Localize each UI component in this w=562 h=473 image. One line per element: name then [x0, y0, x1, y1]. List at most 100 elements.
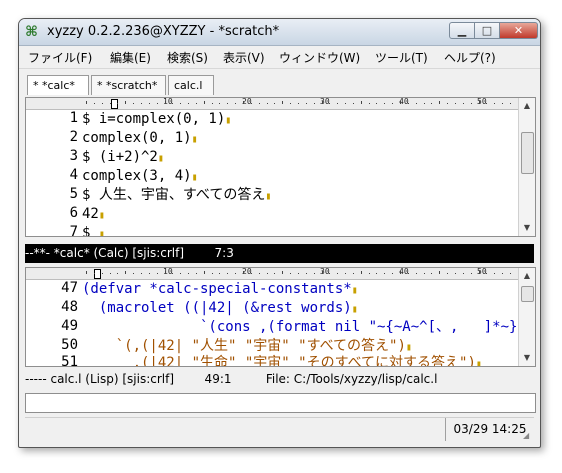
menu-edit[interactable]: 編集(E): [110, 49, 151, 66]
resize-grip-icon[interactable]: ◢: [523, 431, 533, 441]
ruler-tick: [297, 103, 299, 104]
ruler-tick: [462, 103, 464, 104]
tab-calc[interactable]: * *calc*: [27, 75, 89, 95]
ruler-tick: [486, 273, 488, 274]
line-text: (macrolet ((|42| (&rest words)▮: [82, 300, 358, 316]
line-text: complex(3, 4)▮: [82, 168, 198, 184]
ruler-tick: [454, 273, 456, 274]
ruler-tick: [313, 103, 315, 104]
eol-icon: ▮: [405, 342, 412, 353]
ruler-tick: [400, 101, 401, 104]
ruler-tick: [329, 273, 331, 274]
ruler-tick: [219, 273, 221, 274]
ruler-tick: [86, 101, 87, 104]
ruler-tick: [235, 273, 237, 274]
ruler-tick: [156, 273, 158, 274]
ruler-tick: [384, 103, 386, 104]
ruler-tick: [305, 273, 307, 274]
line-number: 48: [61, 299, 78, 315]
ruler-tick: [423, 103, 425, 104]
line-number: 50: [61, 337, 78, 353]
menu-file[interactable]: ファイル(F): [28, 49, 92, 66]
line-number: 4: [69, 167, 78, 183]
lisp-editor-pane[interactable]: 10 20 30 40 50 47 (defvar *calc-special-c…: [25, 267, 536, 367]
tab-scratch[interactable]: * *scratch*: [91, 75, 166, 95]
minimize-button[interactable]: ▁: [449, 22, 475, 39]
ruler-tick: [345, 103, 347, 104]
ruler-tick: [235, 103, 237, 104]
ruler-tick: [282, 101, 284, 104]
ruler-tick: [219, 103, 221, 104]
ruler-tick: [384, 273, 386, 274]
ruler-tick: [290, 103, 292, 104]
eol-icon: ▮: [475, 359, 482, 367]
ruler-tick: [439, 101, 441, 104]
ruler-tick: [243, 101, 244, 104]
maximize-button[interactable]: □: [475, 22, 500, 39]
tab-calc-l[interactable]: calc.l: [168, 75, 214, 95]
ruler-tick: [494, 273, 496, 274]
ruler-tick: [172, 273, 174, 274]
window-title: xyzzy 0.2.2.236@XYZZY - *scratch*: [47, 24, 280, 39]
ruler-tick: [431, 273, 433, 274]
line-text: `(cons ,(format nil "~{~A~^[、, ]*~}": [82, 319, 526, 335]
menu-view[interactable]: 表示(V): [223, 49, 265, 66]
ruler-tick: [360, 271, 362, 274]
ruler-tick: [93, 103, 95, 104]
ruler-tick: [133, 103, 135, 104]
ruler-tick: [266, 273, 268, 274]
ruler-tick: [447, 103, 449, 104]
menu-tools[interactable]: ツール(T): [375, 49, 428, 66]
ruler-tick: [439, 271, 441, 274]
ruler-tick: [407, 273, 409, 274]
clock-display: 03/29 14:25: [445, 418, 534, 441]
line-text: $ 人生、宇宙、すべての答え▮: [82, 187, 272, 203]
ruler-tick: [188, 103, 190, 104]
scroll-down-icon[interactable]: ▼: [519, 350, 535, 365]
scroll-down-icon[interactable]: ▼: [519, 220, 535, 235]
ruler-tick: [329, 103, 331, 104]
ruler-tick: [282, 271, 284, 274]
ruler-tick: [423, 273, 425, 274]
column-ruler: 10 20 30 40 50: [26, 268, 518, 280]
calc-editor-pane[interactable]: 10 20 30 40 50 1 $ i=complex(0, 1)▮ 2 comp…: [25, 97, 536, 237]
title-bar[interactable]: ⌘ xyzzy 0.2.2.236@XYZZY - *scratch* ▁ □ …: [19, 19, 540, 46]
line-number: 3: [69, 148, 78, 164]
ruler-tick: [297, 273, 299, 274]
menu-help[interactable]: ヘルプ(?): [444, 49, 496, 66]
ruler-tick: [195, 103, 197, 104]
ruler-tick: [470, 103, 472, 104]
ruler-tick: [172, 103, 174, 104]
ruler-tick: [148, 103, 150, 104]
lisp-mode-line: ----- calc.l (Lisp) [sjis:crlf] 49:1 Fil…: [25, 370, 534, 389]
eol-icon: ▮: [191, 134, 198, 145]
ruler-tick: [352, 273, 354, 274]
ruler-tick: [392, 273, 394, 274]
scroll-thumb[interactable]: [521, 286, 534, 302]
ruler-tick: [431, 103, 433, 104]
ruler-tick: [502, 103, 504, 104]
minibuffer-input[interactable]: [25, 393, 536, 413]
menu-window[interactable]: ウィンドウ(W): [279, 49, 360, 66]
ruler-tick: [313, 273, 315, 274]
ruler-tick: [274, 273, 276, 274]
vertical-scrollbar[interactable]: ▲ ▼: [518, 98, 535, 236]
ruler-tick: [258, 273, 260, 274]
ruler-tick: [227, 103, 229, 104]
menu-search[interactable]: 検索(S): [167, 49, 208, 66]
vertical-scrollbar[interactable]: ▲ ▼: [518, 268, 535, 366]
ruler-cursor-marker: [94, 269, 101, 279]
scroll-thumb[interactable]: [521, 132, 534, 174]
eol-icon: ▮: [191, 172, 198, 183]
ruler-tick: [93, 273, 95, 274]
scroll-up-icon[interactable]: ▲: [519, 268, 535, 283]
menu-bar: ファイル(F) 編集(E) 検索(S) 表示(V) ウィンドウ(W) ツール(T…: [19, 46, 540, 69]
ruler-tick: [164, 271, 166, 274]
close-button[interactable]: ✕: [500, 22, 538, 39]
ruler-tick: [258, 103, 260, 104]
ruler-tick: [415, 103, 417, 104]
scroll-up-icon[interactable]: ▲: [519, 98, 535, 113]
ruler-tick: [125, 271, 127, 274]
ruler-tick: [140, 103, 142, 104]
line-text: complex(0, 1)▮: [82, 130, 198, 146]
